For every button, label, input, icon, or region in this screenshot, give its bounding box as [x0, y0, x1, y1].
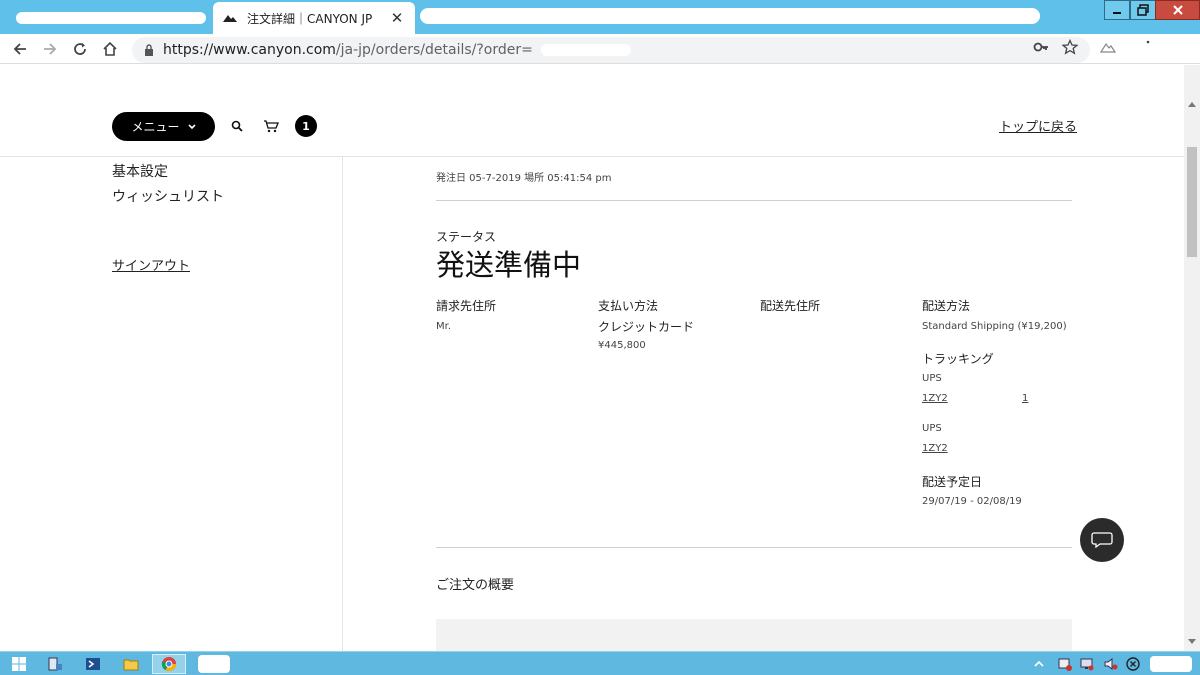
url-text: https://www.canyon.com/ja-jp/orders/deta…: [163, 42, 533, 58]
payment-method: クレジットカード: [598, 320, 695, 334]
tracking-number-link[interactable]: 1ZY2: [922, 393, 948, 404]
shipping-method-value: Standard Shipping (¥19,200): [922, 321, 1067, 332]
chat-button[interactable]: [1080, 518, 1124, 562]
sidebar-item-wishlist[interactable]: ウィッシュリスト: [112, 186, 224, 206]
taskbar-explorer[interactable]: [114, 654, 148, 674]
sidebar-item-settings[interactable]: 基本設定: [112, 161, 168, 181]
tracking-carrier: UPS: [922, 423, 942, 434]
order-summary-title: ご注文の概要: [436, 578, 515, 593]
taskbar-powershell[interactable]: [76, 654, 110, 674]
reload-icon: [74, 43, 86, 55]
account-sidebar: 基本設定 ウィッシュリスト サインアウト: [0, 157, 343, 651]
network-icon[interactable]: [1080, 657, 1094, 671]
start-button[interactable]: [2, 654, 36, 674]
billing-label: 請求先住所: [436, 299, 497, 313]
active-tab[interactable]: 注文詳細｜CANYON JP ✕: [213, 2, 415, 34]
browser-tab-strip: 注文詳細｜CANYON JP ✕: [0, 0, 1200, 34]
folder-icon: [123, 659, 139, 671]
close-circle-icon[interactable]: [1126, 657, 1140, 671]
home-button[interactable]: [101, 40, 119, 58]
browser-toolbar: https://www.canyon.com/ja-jp/orders/deta…: [0, 34, 1200, 64]
back-button[interactable]: [11, 40, 29, 58]
search-icon[interactable]: [231, 120, 243, 132]
divider: [436, 547, 1072, 548]
tracking-extra-link[interactable]: 1: [1022, 393, 1028, 404]
taskbar-chrome[interactable]: [152, 654, 186, 674]
reload-button[interactable]: [71, 40, 89, 58]
billing-value: Mr.: [436, 321, 451, 332]
canyon-logo-icon: [223, 15, 237, 22]
chevron-down-icon: [187, 123, 196, 129]
tab-title: 注文詳細｜CANYON JP: [247, 11, 373, 26]
windows-logo-icon: [12, 657, 26, 671]
minimize-icon: [1113, 12, 1121, 14]
restore-icon: [1137, 4, 1149, 16]
redacted-taskbar-item[interactable]: [198, 655, 230, 673]
arrow-left-icon: [13, 43, 26, 55]
forward-button[interactable]: [41, 40, 59, 58]
close-icon: [1172, 5, 1183, 15]
chat-bubble-icon: [1091, 532, 1113, 549]
divider: [436, 200, 1072, 201]
page-scrollbar[interactable]: [1184, 65, 1200, 651]
lock-icon: [145, 44, 153, 56]
shipping-address-label: 配送先住所: [760, 299, 821, 313]
redacted-order-id: [540, 44, 631, 56]
redacted-tab[interactable]: [16, 12, 206, 24]
cart-count-badge[interactable]: 1: [295, 115, 317, 137]
volume-muted-icon[interactable]: [1104, 657, 1118, 671]
signout-link[interactable]: サインアウト: [112, 255, 190, 274]
window-close-button[interactable]: [1155, 0, 1200, 20]
tracking-label: トラッキング: [922, 352, 994, 366]
order-date: 発注日 05-7-2019 場所 05:41:54 pm: [436, 173, 612, 184]
menu-button[interactable]: メニュー: [112, 112, 215, 141]
page-content: メニュー 1 トップに戻る 基本設定 ウィッシュリスト サインアウト 発注日 0…: [0, 65, 1184, 651]
powershell-icon: [86, 658, 100, 670]
site-header: メニュー 1 トップに戻る: [0, 65, 1184, 157]
address-bar[interactable]: https://www.canyon.com/ja-jp/orders/deta…: [132, 37, 1090, 63]
shipping-method-label: 配送方法: [922, 299, 971, 313]
cart-icon[interactable]: [263, 119, 279, 133]
tracking-carrier: UPS: [922, 373, 942, 384]
redacted-clock: [1150, 656, 1192, 672]
back-to-top-link[interactable]: トップに戻る: [999, 116, 1077, 135]
chrome-icon: [161, 657, 176, 671]
tab-close-icon[interactable]: ✕: [389, 9, 405, 27]
key-icon[interactable]: [1033, 39, 1049, 55]
arrow-right-icon: [44, 43, 57, 55]
order-summary-panel: [436, 619, 1072, 651]
restore-button[interactable]: [1130, 0, 1156, 20]
taskbar: [0, 651, 1200, 675]
payment-label: 支払い方法: [598, 299, 659, 313]
taskbar-server-manager[interactable]: [38, 654, 72, 674]
delivery-value: 29/07/19 - 02/08/19: [922, 496, 1022, 507]
delivery-label: 配送予定日: [922, 475, 983, 489]
flag-icon[interactable]: [1058, 657, 1072, 671]
menu-label: メニュー: [131, 120, 180, 134]
scrollbar-thumb[interactable]: [1187, 147, 1197, 257]
extension-icon[interactable]: [1100, 39, 1116, 55]
tracking-number-link[interactable]: 1ZY2: [922, 443, 948, 454]
status-value: 発送準備中: [436, 248, 582, 282]
minimize-button[interactable]: [1104, 0, 1130, 20]
tray-arrow-icon[interactable]: [1032, 657, 1046, 671]
scroll-up-icon[interactable]: [1188, 101, 1196, 107]
home-icon: [103, 41, 117, 56]
scroll-down-icon[interactable]: [1188, 639, 1196, 645]
bookmark-star-icon[interactable]: [1062, 39, 1078, 55]
kebab-menu-icon[interactable]: [1140, 39, 1156, 55]
payment-amount: ¥445,800: [598, 340, 646, 351]
server-manager-icon: [48, 657, 62, 671]
redacted-tabs[interactable]: [420, 8, 1040, 24]
